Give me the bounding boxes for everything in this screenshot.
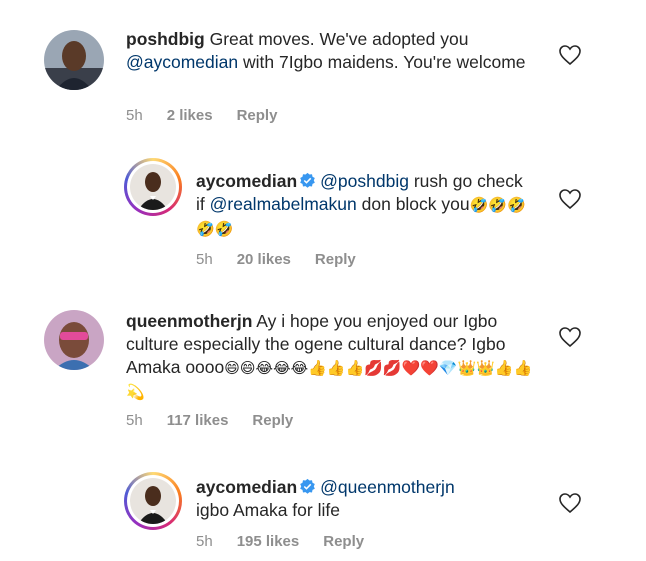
comment-meta: 5h 20 likes Reply	[196, 251, 380, 268]
heart-outline-icon[interactable]	[558, 326, 582, 348]
comment-text: aycomedian @queenmotherjn igbo Amaka for l…	[196, 477, 455, 520]
mention-link[interactable]: @realmabelmakun	[210, 194, 357, 214]
mention-link[interactable]: @poshdbig	[320, 171, 409, 191]
story-ring[interactable]	[124, 472, 182, 530]
timestamp: 5h	[126, 412, 143, 429]
username[interactable]: aycomedian	[196, 477, 297, 497]
story-ring[interactable]	[124, 158, 182, 216]
avatar-aycomedian	[130, 164, 176, 210]
reply-button[interactable]: Reply	[315, 251, 356, 268]
timestamp: 5h	[196, 533, 213, 550]
heart-outline-icon[interactable]	[558, 44, 582, 66]
mention-link[interactable]: @queenmotherjn	[320, 477, 455, 497]
reply-aycomedian-1: aycomedian @poshdbig rush go check if @re…	[0, 140, 646, 290]
verified-badge-icon	[300, 478, 315, 494]
reply-aycomedian-2: aycomedian @queenmotherjn igbo Amaka for l…	[0, 460, 646, 561]
comment-meta: 5h 117 likes Reply	[126, 412, 317, 429]
username[interactable]: poshdbig	[126, 29, 205, 49]
avatar-queenmotherjn[interactable]	[44, 310, 104, 370]
username[interactable]: aycomedian	[196, 171, 297, 191]
likes-count[interactable]: 195 likes	[237, 533, 300, 550]
likes-count[interactable]: 2 likes	[167, 107, 213, 124]
comment-queenmotherjn: queenmotherjn Ay i hope you enjoyed our …	[0, 290, 646, 460]
reply-button[interactable]: Reply	[237, 107, 278, 124]
reply-button[interactable]: Reply	[252, 412, 293, 429]
username[interactable]: queenmotherjn	[126, 311, 252, 331]
comment-text: aycomedian @poshdbig rush go check if @re…	[196, 171, 526, 238]
comment-text: queenmotherjn Ay i hope you enjoyed our …	[126, 311, 533, 401]
comment-meta: 5h 195 likes Reply	[196, 533, 388, 550]
comment-text: poshdbig Great moves. We've adopted you …	[126, 29, 526, 72]
likes-count[interactable]: 20 likes	[237, 251, 291, 268]
comment-meta: 5h 2 likes Reply	[126, 107, 301, 124]
avatar-aycomedian	[130, 478, 176, 524]
comment-poshdbig: poshdbig Great moves. We've adopted you …	[0, 0, 646, 140]
verified-badge-icon	[300, 172, 315, 188]
mention-link[interactable]: @aycomedian	[126, 52, 238, 72]
heart-outline-icon[interactable]	[558, 188, 582, 210]
likes-count[interactable]: 117 likes	[167, 412, 229, 429]
timestamp: 5h	[126, 107, 143, 124]
timestamp: 5h	[196, 251, 213, 268]
heart-outline-icon[interactable]	[558, 492, 582, 514]
reply-button[interactable]: Reply	[323, 533, 364, 550]
avatar-poshdbig[interactable]	[44, 30, 104, 90]
